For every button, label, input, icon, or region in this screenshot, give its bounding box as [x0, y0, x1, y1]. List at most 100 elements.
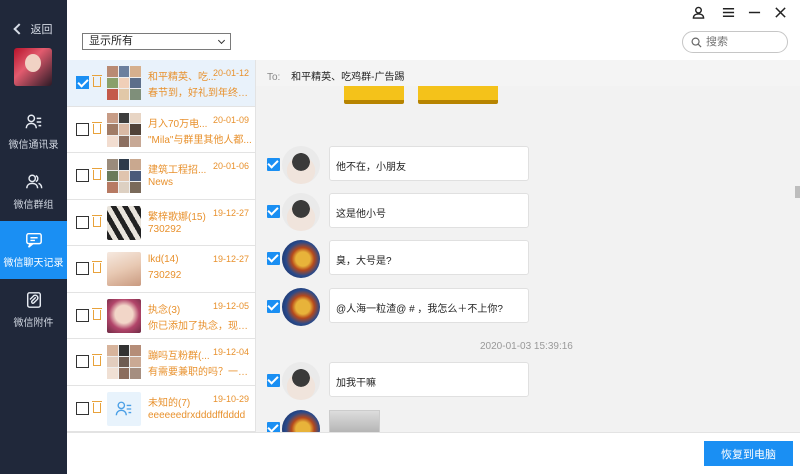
- back-button[interactable]: 返回: [0, 18, 67, 40]
- message-checkbox[interactable]: [267, 374, 280, 387]
- nav-item-contacts[interactable]: 微信通讯录: [0, 103, 67, 161]
- nav-item-attachments[interactable]: 微信附件: [0, 281, 67, 339]
- image-message[interactable]: [329, 410, 380, 432]
- message-checkbox[interactable]: [267, 252, 280, 265]
- trash-icon[interactable]: [92, 400, 102, 413]
- trash-icon[interactable]: [92, 214, 102, 227]
- search-icon: [691, 37, 702, 48]
- filter-dropdown[interactable]: 显示所有: [82, 33, 231, 50]
- conversation-preview: 你已添加了执念，现在...: [148, 320, 252, 332]
- conversation-preview: 有需要兼职的吗？一任...: [148, 367, 252, 378]
- conversation-name: 月入70万电...: [148, 118, 208, 130]
- trash-icon[interactable]: [92, 75, 102, 87]
- group-thumbnail: [107, 66, 141, 100]
- checkbox[interactable]: [76, 355, 89, 368]
- chat-message: 他不在，小朋友: [256, 146, 556, 184]
- default-group-avatar: [107, 391, 141, 426]
- left-nav: 返回 微信通讯录 微信群组 微信聊天记录 微信附件: [0, 0, 67, 474]
- message-timestamp: 2020-01-03 15:39:16: [480, 341, 573, 352]
- nav-item-groups[interactable]: 微信群组: [0, 163, 67, 221]
- checkbox[interactable]: [76, 76, 89, 89]
- conversation-name: 蹦吗互粉群(...: [148, 351, 210, 362]
- menu-button[interactable]: [718, 3, 738, 21]
- conversation-name: 未知的(7): [148, 397, 191, 409]
- conversation-item[interactable]: lkd(14) 19-12-27 730292: [67, 246, 255, 293]
- checkbox[interactable]: [76, 122, 89, 136]
- avatar: [107, 205, 141, 240]
- conversation-name: 繁梓歌娜(15): [148, 211, 206, 223]
- conversation-item[interactable]: 蹦吗互粉群(... 19-12-04 有需要兼职的吗？一任...: [67, 339, 255, 386]
- account-button[interactable]: [688, 3, 708, 21]
- recipient-name: 和平精英、吃鸡群-广告踢: [291, 72, 405, 83]
- search-input[interactable]: [706, 36, 776, 48]
- message-bubble: 他不在，小朋友: [329, 146, 529, 181]
- conversation-item[interactable]: 建筑工程招... 20-01-06 News: [67, 153, 255, 200]
- conversation-name: lkd(14): [148, 254, 179, 265]
- sender-avatar: [282, 362, 320, 400]
- conversation-preview: 730292: [148, 270, 182, 281]
- conversation-preview: News: [148, 177, 174, 188]
- checkbox[interactable]: [76, 169, 89, 182]
- message-checkbox[interactable]: [267, 422, 280, 432]
- nav-item-label: 微信通讯录: [8, 140, 59, 151]
- restore-to-computer-button[interactable]: 恢复到电脑: [704, 441, 793, 466]
- chat-message: 臭，大号是?: [256, 240, 556, 278]
- chat-message: 加我干嘛: [256, 362, 556, 400]
- search-box[interactable]: [682, 31, 788, 53]
- checkbox[interactable]: [76, 215, 89, 229]
- conversation-preview: 春节到，好礼到年终奖...: [148, 88, 252, 99]
- chat-message: 这是他小号: [256, 193, 556, 231]
- title-bar: [67, 0, 800, 26]
- trash-icon[interactable]: [92, 168, 102, 180]
- scrollbar-thumb[interactable]: [795, 186, 800, 198]
- conversation-date: 20-01-06: [212, 161, 249, 171]
- message-checkbox[interactable]: [267, 158, 280, 171]
- chat-message: [256, 410, 556, 432]
- message-checkbox[interactable]: [267, 300, 280, 313]
- conversation-name: 执念(3): [148, 304, 181, 316]
- user-avatar: [14, 48, 52, 86]
- conversation-name: 建筑工程招...: [148, 165, 207, 176]
- trash-icon[interactable]: [92, 307, 102, 320]
- conversation-date: 20-01-12: [212, 68, 249, 78]
- conversation-item[interactable]: 执念(3) 19-12-05 你已添加了执念，现在...: [67, 293, 255, 339]
- trash-icon[interactable]: [92, 354, 102, 366]
- conversation-date: 19-12-05: [212, 300, 249, 311]
- avatar: [107, 252, 141, 286]
- conversation-item[interactable]: 月入70万电... 20-01-09 "Mila"与群里其他人都...: [67, 107, 255, 153]
- message-bubble: @人海一粒渣@ # ，我怎么＋不上你?: [329, 288, 529, 323]
- message-bubble: 臭，大号是?: [329, 240, 529, 275]
- checkbox[interactable]: [76, 401, 89, 415]
- chat-icon: [25, 232, 42, 248]
- sender-avatar: [282, 193, 320, 231]
- footer-bar: [67, 432, 800, 474]
- checkbox[interactable]: [76, 262, 89, 275]
- group-icon: [25, 174, 42, 189]
- conversation-item[interactable]: 繁梓歌娜(15) 19-12-27 730292: [67, 200, 255, 246]
- chevron-left-icon: [12, 23, 25, 35]
- conversation-date: 19-12-27: [212, 254, 249, 264]
- conversation-item[interactable]: 未知的(7) 19-10-29 eeeeeedrxddddffdddd: [67, 386, 255, 432]
- checkbox[interactable]: [76, 308, 89, 322]
- message-checkbox[interactable]: [267, 205, 280, 218]
- trash-icon[interactable]: [92, 121, 102, 134]
- attachment-icon: [26, 292, 41, 308]
- group-thumbnail: [107, 112, 141, 147]
- trash-icon[interactable]: [92, 261, 102, 273]
- chevron-down-icon: [217, 36, 226, 45]
- nav-item-label: 微信聊天记录: [3, 258, 64, 269]
- nav-item-chat-history[interactable]: 微信聊天记录: [0, 221, 67, 279]
- sender-avatar: [282, 240, 320, 278]
- conversation-date: 19-10-29: [212, 393, 249, 404]
- conversation-name: 和平精英、吃...: [148, 72, 217, 83]
- group-thumbnail: [107, 345, 141, 379]
- conversation-item[interactable]: 和平精英、吃... 20-01-12 春节到，好礼到年终奖...: [67, 60, 255, 107]
- close-button[interactable]: [770, 3, 790, 21]
- to-label: To:: [267, 72, 281, 83]
- minimize-button[interactable]: [744, 3, 764, 21]
- chat-panel: To: 和平精英、吃鸡群-广告踢 他不在，小朋友 这是他小号 臭，大号是? @人…: [256, 60, 800, 432]
- contacts-icon: [115, 401, 132, 415]
- minimize-icon: [748, 11, 760, 13]
- conversation-list: 和平精英、吃... 20-01-12 春节到，好礼到年终奖... 月入70万电.…: [67, 60, 256, 432]
- close-icon: [774, 6, 786, 18]
